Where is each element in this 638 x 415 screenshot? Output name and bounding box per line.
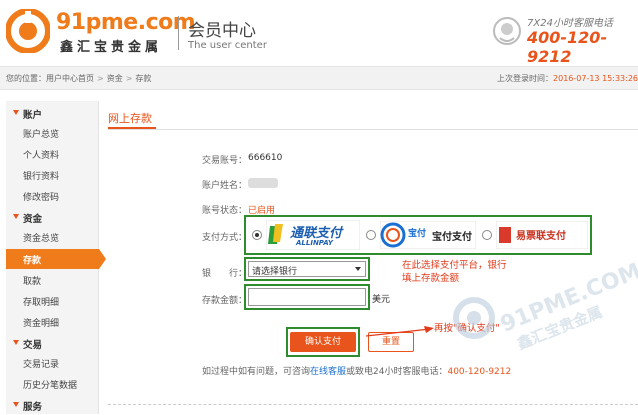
sidebar: 账户 账户总览 个人资料 银行资料 修改密码 资金 资金总览 存款 取款 存取明… <box>6 101 106 415</box>
pay-method-label: 支付方式： <box>202 233 248 243</box>
watermark-logo-icon: 91PME.COM 鑫汇宝贵金属 <box>453 259 638 354</box>
easylink-name: 易票联支付 <box>516 231 566 242</box>
amount-label: 存款金额： <box>202 296 248 306</box>
confirm-pay-button[interactable]: 确认支付 <box>290 332 356 352</box>
sidebar-item-change-password[interactable]: 修改密码 <box>6 186 99 206</box>
breadcrumb-item-home[interactable]: 用户中心首页 <box>46 74 94 83</box>
header-divider <box>178 16 179 50</box>
breadcrumb-item-funds[interactable]: 资金 <box>107 74 123 83</box>
name-label: 账户姓名： <box>202 181 248 191</box>
hotline-number: 400-120-9212 <box>527 28 608 66</box>
page-title: 网上存款 <box>108 112 152 125</box>
logo-text[interactable]: 91pme.com <box>56 10 196 35</box>
help-phone: 400-120-9212 <box>447 367 512 377</box>
allinpay-subtitle: ALLINPAY <box>296 239 333 247</box>
account-label: 交易账号： <box>202 156 248 166</box>
radio-easylink[interactable] <box>482 230 492 240</box>
sidebar-item-fund-details[interactable]: 资金明细 <box>6 312 99 332</box>
sidebar-item-bank-info[interactable]: 银行资料 <box>6 165 99 185</box>
online-service-link[interactable]: 在线客服 <box>310 367 346 377</box>
last-login-time: 2016-07-13 15:33:26 <box>553 74 638 83</box>
status-label: 账号状态： <box>202 206 248 216</box>
sidebar-item-withdraw[interactable]: 取款 <box>6 270 99 290</box>
headset-icon <box>493 17 521 45</box>
sidebar-item-deposit[interactable]: 存款 <box>6 249 106 269</box>
logo-subtitle: 鑫汇宝贵金属 <box>60 40 163 55</box>
arrow-icon <box>366 326 434 337</box>
breadcrumb-separator: > <box>125 74 133 83</box>
sidebar-item-trade-records[interactable]: 交易记录 <box>6 353 99 373</box>
sidebar-item-profile[interactable]: 个人资料 <box>6 144 99 164</box>
amount-input[interactable] <box>248 288 366 306</box>
breadcrumb-prefix: 您的位置： <box>6 74 46 83</box>
chevron-down-icon <box>355 267 361 271</box>
name-value-redacted <box>248 178 278 188</box>
baofoo-mark: 宝付 <box>408 229 427 239</box>
sidebar-group-funds[interactable]: 资金 <box>6 209 99 227</box>
sidebar-item-transfer-details[interactable]: 存取明细 <box>6 291 99 311</box>
hotline-label: 7X24小时客服电话 <box>527 18 613 29</box>
pay-option-easylink[interactable]: 易票联支付 <box>482 219 590 251</box>
bottom-divider <box>108 404 638 405</box>
panel-divider <box>108 129 638 130</box>
help-middle: 或致电24小时客服电话： <box>346 367 448 377</box>
bank-select[interactable]: 请选择银行 <box>248 261 366 277</box>
site-header: 91pme.com 鑫汇宝贵金属 会员中心 The user center 7X… <box>0 0 638 66</box>
radio-allinpay[interactable] <box>252 230 262 240</box>
account-value: 666610 <box>248 153 283 163</box>
pay-option-allinpay[interactable]: 通联支付 ALLINPAY <box>252 219 362 251</box>
radio-baofoo[interactable] <box>366 230 376 240</box>
sidebar-group-account[interactable]: 账户 <box>6 105 99 123</box>
sidebar-item-tick-history[interactable]: 历史分笔数据 <box>6 374 99 394</box>
baofoo-name: 宝付支付 <box>432 232 472 243</box>
breadcrumb-bar: 您的位置：用户中心首页 > 资金 > 存款 上次登录时间：2016-07-13 15:3… <box>0 66 638 90</box>
help-text: 如过程中如有问题，可咨询在线客服或致电24小时客服电话：400-120-9212 <box>202 364 511 377</box>
sidebar-group-trading[interactable]: 交易 <box>6 335 99 353</box>
sidebar-group-service[interactable]: 服务 <box>6 397 99 415</box>
last-login-label: 上次登录时间： <box>497 74 554 83</box>
breadcrumb-separator: > <box>97 74 104 83</box>
logo-icon <box>6 9 50 53</box>
bank-select-value: 请选择银行 <box>252 267 298 277</box>
sidebar-item-funds-overview[interactable]: 资金总览 <box>6 227 99 247</box>
sidebar-item-account-overview[interactable]: 账户总览 <box>6 123 99 143</box>
help-prefix: 如过程中如有问题，可咨询 <box>202 367 311 377</box>
last-login: 上次登录时间：2016-07-13 15:33:26 <box>497 73 638 84</box>
breadcrumb-item-deposit: 存款 <box>135 74 152 83</box>
bank-label: 银 行： <box>202 269 248 279</box>
amount-unit: 美元 <box>372 295 391 305</box>
breadcrumb: 您的位置：用户中心首页 > 资金 > 存款 <box>6 73 151 84</box>
user-center-title: 会员中心 <box>188 21 256 41</box>
pay-option-baofoo[interactable]: 宝付 宝付支付 <box>366 219 478 251</box>
user-center-subtitle: The user center <box>188 40 267 51</box>
